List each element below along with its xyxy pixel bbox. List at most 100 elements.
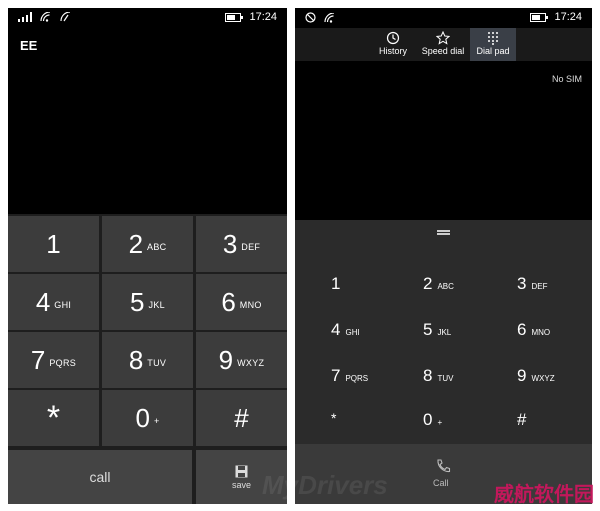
key-letters: DEF xyxy=(531,282,548,291)
key-star[interactable]: * xyxy=(8,390,99,446)
status-bar: 17:24 xyxy=(295,8,592,28)
key-5[interactable]: 5 JKL xyxy=(423,320,451,340)
call-button[interactable]: call xyxy=(8,450,192,504)
tab-history-label: History xyxy=(378,46,407,56)
key-digit: 6 xyxy=(221,286,236,317)
key-letters: MNO xyxy=(239,300,262,310)
tab-dial-pad[interactable]: Dial pad xyxy=(470,28,516,61)
key-digit: 0 xyxy=(135,402,150,433)
key-3[interactable]: 3 DEF xyxy=(517,274,547,294)
phone-icon xyxy=(437,459,451,473)
key-digit: 8 xyxy=(128,344,144,375)
key-1[interactable]: 1 xyxy=(331,274,340,294)
key-8[interactable]: 8 TUV xyxy=(102,332,193,388)
no-sim-icon xyxy=(305,12,316,23)
wifi-icon xyxy=(324,12,335,23)
key-8[interactable]: 8 TUV xyxy=(423,366,453,386)
battery-icon xyxy=(530,12,549,22)
dialpad-icon xyxy=(488,31,498,45)
key-6[interactable]: 6 MNO xyxy=(517,320,550,340)
status-bar: 17:24 xyxy=(8,8,287,28)
battery-icon xyxy=(225,12,244,22)
history-icon xyxy=(386,31,400,44)
tab-speed-dial-label: Speed dial xyxy=(421,46,465,56)
key-digit: # xyxy=(234,402,249,433)
left-phone-screen: 17:24 EE call save 1 2 ABC 3 DEF 4 GHI 5 JKL 6 MNO… xyxy=(8,8,287,504)
key-digit: 9 xyxy=(218,344,234,375)
clock: 17:24 xyxy=(554,11,582,23)
key-9[interactable]: 9 WXYZ xyxy=(517,366,555,386)
key-3[interactable]: 3 DEF xyxy=(196,216,287,272)
key-digit: * xyxy=(331,410,337,426)
key-digit: 1 xyxy=(46,228,61,259)
key-digit: 3 xyxy=(517,274,527,293)
save-label: save xyxy=(231,479,251,490)
call-label: call xyxy=(89,469,111,485)
key-digit: 9 xyxy=(517,366,527,385)
key-4[interactable]: 4 GHI xyxy=(331,320,360,340)
key-digit: 2 xyxy=(128,228,144,259)
key-letters: TUV xyxy=(437,374,454,383)
key-letters: PQRS xyxy=(49,358,77,368)
watermark-mydrivers: MyDrivers xyxy=(262,470,388,500)
key-0[interactable]: 0 + xyxy=(423,410,442,430)
key-2[interactable]: 2 ABC xyxy=(423,274,454,294)
key-digit: 1 xyxy=(331,274,341,293)
key-digit: 5 xyxy=(130,286,145,317)
no-sim-label: No SIM xyxy=(551,74,582,84)
key-digit: 8 xyxy=(423,366,433,385)
key-letters: WXYZ xyxy=(237,358,265,368)
key-digit: # xyxy=(517,410,527,429)
key-9[interactable]: 9 WXYZ xyxy=(196,332,287,388)
key-6[interactable]: 6 MNO xyxy=(196,274,287,330)
right-phone-screen: 17:24 History Speed dial Dial pad No SIM… xyxy=(295,8,592,504)
tab-speed-dial[interactable]: Speed dial xyxy=(417,28,469,61)
wifi-icon xyxy=(40,12,51,22)
wifi-calling-icon xyxy=(60,12,71,22)
key-digit: 7 xyxy=(331,366,341,385)
key-letters: DEF xyxy=(241,242,261,252)
key-letters: ABC xyxy=(437,282,454,291)
key-digit: 7 xyxy=(30,344,46,375)
key-7[interactable]: 7 PQRS xyxy=(331,366,368,386)
collapse-handle-icon[interactable] xyxy=(437,230,450,232)
key-digit: 4 xyxy=(331,320,341,339)
save-icon xyxy=(235,465,248,477)
key-letters: TUV xyxy=(147,358,167,368)
key-hash[interactable]: # xyxy=(196,390,287,446)
key-7[interactable]: 7 PQRS xyxy=(8,332,99,388)
key-digit: 2 xyxy=(423,274,433,293)
key-letters: GHI xyxy=(345,328,360,337)
key-digit: 4 xyxy=(35,286,51,317)
tab-bar: History Speed dial Dial pad xyxy=(295,28,592,61)
key-2[interactable]: 2 ABC xyxy=(102,216,193,272)
key-hash[interactable]: # xyxy=(517,410,526,430)
key-4[interactable]: 4 GHI xyxy=(8,274,99,330)
signal-icon xyxy=(18,12,32,22)
key-letters: WXYZ xyxy=(531,374,555,383)
key-letters: ABC xyxy=(147,242,167,252)
carrier-name: EE xyxy=(20,38,38,53)
key-letters: PQRS xyxy=(345,374,369,383)
key-letters: + xyxy=(153,416,160,426)
key-1[interactable]: 1 xyxy=(8,216,99,272)
key-digit: 3 xyxy=(222,228,238,259)
key-letters: GHI xyxy=(54,300,72,310)
key-0[interactable]: 0 + xyxy=(102,390,193,446)
key-digit: * xyxy=(46,398,61,437)
star-icon xyxy=(436,30,450,45)
key-digit: 0 xyxy=(423,410,433,429)
key-letters: JKL xyxy=(437,328,452,337)
tab-dial-pad-label: Dial pad xyxy=(476,46,510,56)
clock: 17:24 xyxy=(249,11,277,23)
key-star[interactable]: * xyxy=(331,410,336,426)
key-digit: 6 xyxy=(517,320,527,339)
key-digit: 5 xyxy=(423,320,433,339)
key-5[interactable]: 5 JKL xyxy=(102,274,193,330)
key-letters: MNO xyxy=(531,328,551,337)
watermark-logo: 威航软件园 xyxy=(494,484,594,506)
keypad: Call 1 2 ABC 3 DEF 4 GHI 5 JKL 6 MNO 7 PQRS 8 TUV 9 WXYZ… xyxy=(295,220,592,504)
tab-history[interactable]: History xyxy=(373,28,413,61)
keypad: call save 1 2 ABC 3 DEF 4 GHI 5 JKL 6 MNO 7 PQRS 8 TUV… xyxy=(8,214,287,504)
key-letters: JKL xyxy=(148,300,165,310)
